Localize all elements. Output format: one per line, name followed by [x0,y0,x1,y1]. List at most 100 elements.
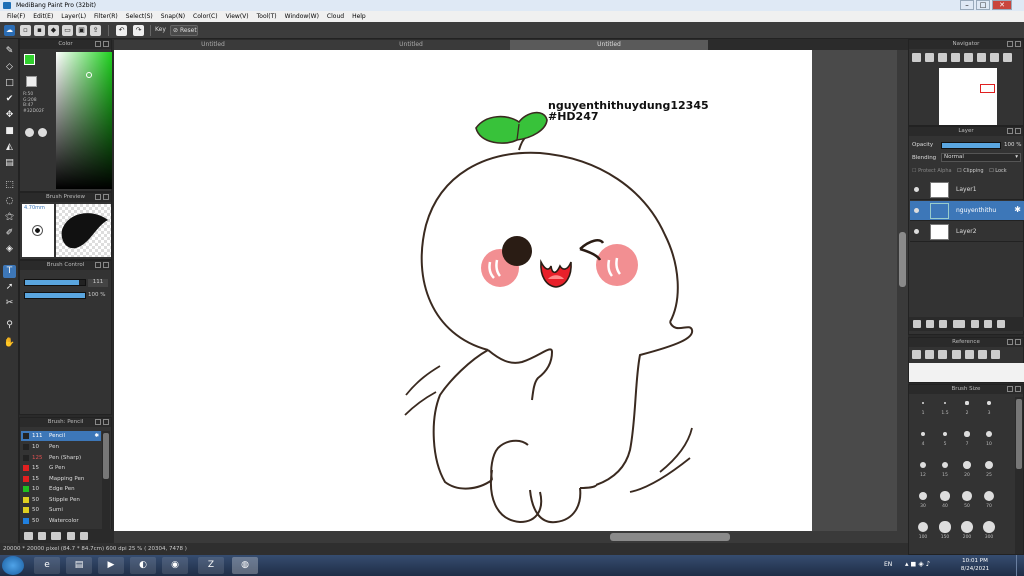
move-tool-icon[interactable]: ✥ [3,109,16,122]
brush-menu-icon[interactable] [51,532,61,540]
menu-view[interactable]: View(V) [222,11,253,22]
undock-icon[interactable] [95,419,101,425]
panel-close-icon[interactable] [103,262,109,268]
brush-item-watercolor[interactable]: 50 Watercolor [21,516,101,526]
brush-size-option[interactable]: 12 [913,459,933,478]
fill-rect-tool-icon[interactable]: ■ [3,125,16,138]
tab-untitled-2[interactable]: Untitled [312,40,510,50]
menu-help[interactable]: Help [348,11,370,22]
rotate-left-icon[interactable] [964,53,973,62]
bucket-tool-icon[interactable]: ◭ [3,141,16,154]
panel-close-icon[interactable] [1015,128,1021,134]
file-explorer-icon[interactable]: ▤ [66,557,92,574]
reset-view-icon[interactable] [990,53,999,62]
brush-size-option[interactable]: 7 [957,428,977,447]
eye-icon[interactable] [914,229,919,234]
undock-icon[interactable] [95,41,101,47]
horizontal-scroll-thumb[interactable] [610,533,730,541]
brush-size-option[interactable]: 1.5 [935,397,955,416]
panel-close-icon[interactable] [103,419,109,425]
shape-tool-icon[interactable]: □ [3,77,16,90]
start-button[interactable] [2,556,24,575]
primary-color-swatch[interactable] [24,54,35,65]
brush-item-pen-sharp[interactable]: 125 Pen (Sharp) [21,453,101,463]
open-icon[interactable] [925,350,934,359]
new-halftone-layer-icon[interactable] [926,320,934,328]
vertical-scroll-thumb[interactable] [899,232,906,287]
brush-size-slider[interactable] [24,279,86,286]
menu-snap[interactable]: Snap(N) [157,11,189,22]
copy-layer-icon[interactable] [997,320,1005,328]
select-eraser-tool-icon[interactable]: ◈ [3,243,16,256]
brush-size-option[interactable]: 150 [935,521,955,540]
dot-tool-icon[interactable]: ✔ [3,93,16,106]
gear-icon[interactable]: ✱ [1014,205,1021,214]
saturation-value-picker[interactable] [56,52,112,189]
language-indicator[interactable]: EN [884,561,892,568]
menu-tool[interactable]: Tool(T) [253,11,281,22]
panel-close-icon[interactable] [1015,339,1021,345]
eye-icon[interactable] [914,208,919,213]
brush-list-scrollbar[interactable] [102,431,110,531]
layer-row-layer2[interactable]: Layer2 [910,222,1024,242]
transparent-color-swatch[interactable] [26,76,37,87]
medibang-icon[interactable]: ◍ [232,557,258,574]
brush-size-option[interactable]: 3 [979,397,999,416]
close-button[interactable]: ✕ [992,0,1012,10]
add-brush-icon[interactable] [38,532,46,540]
screen-icon[interactable]: ▭ [62,25,73,36]
operation-tool-icon[interactable]: ➚ [3,281,16,294]
scroll-thumb[interactable] [1016,399,1022,469]
close-reference-icon[interactable] [938,350,947,359]
app-icon-green[interactable]: ◐ [130,557,156,574]
new-layer-icon[interactable] [913,320,921,328]
blending-select[interactable]: Normal ▾ [941,153,1021,162]
brush-size-option[interactable]: 5 [935,428,955,447]
brush-size-scrollbar[interactable] [1015,397,1023,554]
chat-icon[interactable]: ▪ [34,25,45,36]
redo-button[interactable]: ↷ [133,25,144,36]
undo-button[interactable]: ↶ [116,25,127,36]
brush-size-option[interactable]: 1 [913,397,933,416]
color-wheel-icon[interactable] [38,128,47,137]
eye-icon[interactable] [914,187,919,192]
layer-row-text[interactable]: nguyenthithu ✱ [910,201,1024,221]
eyedropper-icon[interactable] [952,350,961,359]
zoom-in-icon[interactable] [912,53,921,62]
magic-wand-tool-icon[interactable]: ⚝ [3,211,16,224]
menu-window[interactable]: Window(W) [281,11,323,22]
minimize-button[interactable]: – [960,0,974,10]
lasso-tool-icon[interactable]: ◌ [3,195,16,208]
hand-tool-icon[interactable]: ✋ [3,337,16,350]
zoom-in-icon[interactable] [965,350,974,359]
clipping-checkbox[interactable]: ☐ Clipping [957,168,983,174]
drawing-canvas[interactable]: nguyenthithuydung12345 #HD247 [114,50,812,531]
brush-tool-icon[interactable]: ✎ [3,45,16,58]
brush-opacity-slider[interactable] [24,292,86,299]
cloud-icon[interactable] [912,350,921,359]
protect-alpha-checkbox[interactable]: ☐ Protect Alpha [912,168,952,174]
brush-size-option[interactable]: 25 [979,459,999,478]
undock-icon[interactable] [95,194,101,200]
undock-icon[interactable] [1007,41,1013,47]
reference-view[interactable] [909,363,1024,382]
new-1bit-layer-icon[interactable] [939,320,947,328]
panel-close-icon[interactable] [1015,386,1021,392]
text-tool-icon[interactable]: T [3,265,16,278]
brush-size-option[interactable]: 70 [979,490,999,509]
palette-icon[interactable] [25,128,34,137]
navigator-preview[interactable] [939,68,997,125]
panel-close-icon[interactable] [103,41,109,47]
brush-item-pen[interactable]: 10 Pen [21,442,101,452]
brush-size-option[interactable]: 300 [979,521,999,540]
rotate-right-icon[interactable] [977,53,986,62]
speech-icon[interactable]: ◆ [48,25,59,36]
chrome-icon[interactable]: ◉ [162,557,188,574]
brush-size-option[interactable]: 4 [913,428,933,447]
save-icon[interactable]: ▣ [76,25,87,36]
divide-tool-icon[interactable]: ✂ [3,297,16,310]
brush-size-option[interactable]: 20 [957,459,977,478]
eraser-tool-icon[interactable]: ◇ [3,61,16,74]
system-tray[interactable]: ▴◼◈♪ [905,560,945,570]
brush-size-option[interactable]: 50 [957,490,977,509]
